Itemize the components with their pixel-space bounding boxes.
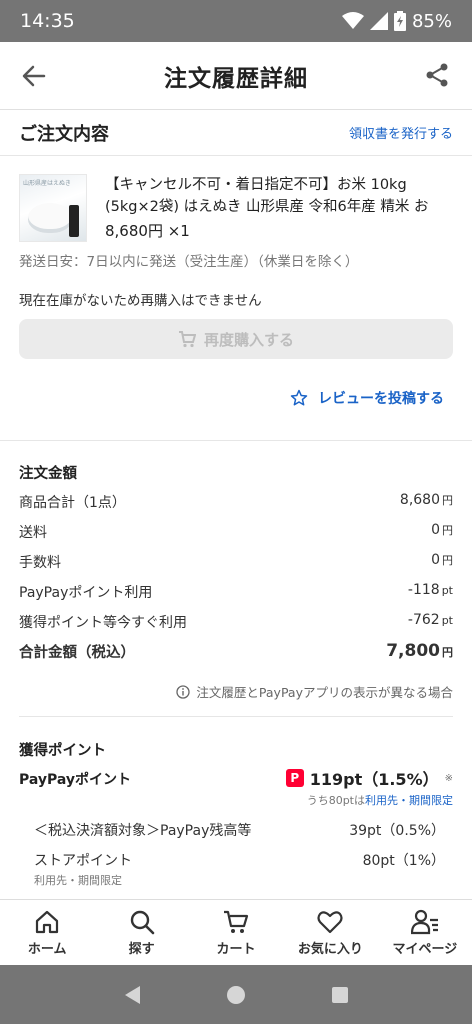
store-points-row: ストアポイント 80pt（1%） — [34, 850, 445, 870]
battery-level: 85% — [411, 10, 452, 32]
nav-label: 探す — [128, 942, 155, 957]
signal-icon — [369, 12, 388, 30]
nav-label: お気に入り — [297, 942, 363, 957]
wifi-icon — [341, 12, 364, 29]
system-back-icon[interactable] — [122, 984, 142, 1006]
receipt-link[interactable]: 領収書を発行する — [349, 123, 453, 142]
rice-bowl-image — [28, 203, 72, 233]
amount-row-paypay-points: PayPayポイント利用 -118 pt — [19, 582, 453, 602]
page-title: 注文履歴詳細 — [164, 65, 308, 92]
divider — [0, 440, 472, 441]
order-section-header: ご注文内容 領収書を発行する — [0, 110, 472, 156]
star-icon — [290, 389, 308, 406]
payment-diff-note-label: 注文履歴とPayPayアプリの表示が異なる場合 — [196, 685, 453, 700]
amount-row-value: 0円 — [431, 552, 453, 568]
divider — [19, 716, 453, 717]
amount-row-label: 送料 — [19, 525, 47, 541]
stock-note: 現在在庫がないため再購入はできません — [19, 293, 262, 309]
product-item[interactable]: 山形県産はえぬき 【キャンセル不可・着日指定不可】お米 10kg (5kg×2袋… — [19, 174, 455, 244]
nav-favorites[interactable]: お気に入り — [283, 900, 377, 965]
product-price: 8,680円 ×1 — [105, 222, 190, 240]
app-header: 注文履歴詳細 — [0, 42, 472, 110]
paypay-logo-icon: P — [285, 769, 304, 787]
amount-row-label: PayPayポイント利用 — [19, 585, 153, 601]
store-points-label: ストアポイント — [34, 853, 132, 869]
nav-label: カート — [216, 942, 256, 957]
amount-row-label: 手数料 — [19, 555, 61, 571]
paypay-balance-label: ＜税込決済額対象＞PayPay残高等 — [34, 823, 252, 839]
rebuy-button-label: 再度購入する — [203, 330, 294, 349]
nav-label: マイページ — [392, 942, 458, 957]
amount-row-fee: 手数料 0円 — [19, 552, 453, 572]
amount-row-label: 獲得ポイント等今すぐ利用 — [19, 615, 187, 631]
share-icon[interactable] — [424, 62, 450, 88]
info-icon — [176, 684, 191, 699]
product-thumbnail[interactable]: 山形県産はえぬき — [19, 174, 87, 242]
review-link[interactable]: レビューを投稿する — [290, 388, 444, 408]
amount-row-label: 商品合計（1点） — [19, 495, 126, 511]
heart-icon — [317, 911, 344, 934]
system-recents-icon[interactable] — [330, 985, 350, 1005]
search-icon — [130, 910, 154, 935]
shipping-note: 発送日安：7日以内に発送（受注生産）（休業日を除く） — [19, 254, 359, 270]
nav-label: ホーム — [27, 942, 67, 957]
battery-icon — [393, 11, 406, 31]
nav-mypage[interactable]: マイページ — [378, 900, 472, 965]
amount-row-shipping: 送料 0円 — [19, 522, 453, 542]
home-icon — [36, 910, 59, 934]
payment-diff-note[interactable]: 注文履歴とPayPayアプリの表示が異なる場合 — [176, 682, 453, 701]
paypay-balance-value: 39pt（0.5%） — [349, 823, 445, 839]
points-title: 獲得ポイント — [19, 743, 106, 759]
amount-row-subtotal: 商品合計（1点） 8,680 円 — [19, 492, 453, 512]
total-value: 7,800 円 — [386, 641, 453, 661]
total-label: 合計金額（税込） — [19, 645, 135, 661]
bottle-image — [69, 205, 79, 237]
cart-icon — [178, 331, 196, 348]
amount-row-value: -762 pt — [407, 612, 453, 628]
paypay-balance-row: ＜税込決済額対象＞PayPay残高等 39pt（0.5%） — [34, 820, 445, 840]
nav-cart[interactable]: カート — [189, 900, 283, 965]
status-time: 14:35 — [20, 10, 75, 32]
amount-row-value: -118 pt — [407, 582, 453, 598]
nav-search[interactable]: 探す — [94, 900, 188, 965]
status-icons: 85% — [341, 10, 452, 32]
amount-row-earned-points: 獲得ポイント等今すぐ利用 -762 pt — [19, 612, 453, 632]
paypay-points-label: PayPayポイント — [19, 772, 132, 788]
rebuy-button[interactable]: 再度購入する — [19, 319, 453, 359]
back-arrow-icon[interactable] — [20, 62, 48, 90]
amount-row-value: 0円 — [431, 522, 453, 538]
bottom-nav: ホーム 探す カート お気に入り マイページ — [0, 899, 472, 965]
store-points-sub: 利用先・期間限定 — [34, 874, 122, 887]
system-nav — [0, 965, 472, 1024]
amount-title: 注文金額 — [19, 466, 77, 482]
order-section-title: ご注文内容 — [19, 123, 109, 145]
paypay-points-value: P 119pt（1.5%） ※ — [285, 766, 453, 790]
store-points-value: 80pt（1%） — [362, 853, 445, 869]
paypay-usage-link[interactable]: 利用先・期間限定 — [365, 794, 453, 807]
nav-home[interactable]: ホーム — [0, 900, 94, 965]
cart-icon — [224, 910, 249, 933]
paypay-points-amount: 119pt（1.5%） — [309, 770, 439, 789]
amount-row-value: 8,680 円 — [399, 492, 453, 508]
amount-row-total: 合計金額（税込） 7,800 円 — [19, 641, 453, 662]
status-bar: 14:35 85% — [0, 0, 472, 42]
product-name[interactable]: 【キャンセル不可・着日指定不可】お米 10kg (5kg×2袋) はえぬき 山形… — [105, 174, 455, 218]
review-link-label: レビューを投稿する — [318, 391, 444, 407]
paypay-note-mark: ※ — [444, 772, 453, 784]
system-home-icon[interactable] — [225, 984, 247, 1006]
user-icon — [410, 909, 438, 935]
paypay-points-sub: うち80ptは利用先・期間限定 — [306, 794, 453, 807]
thumbnail-caption: 山形県産はえぬき — [23, 180, 71, 187]
